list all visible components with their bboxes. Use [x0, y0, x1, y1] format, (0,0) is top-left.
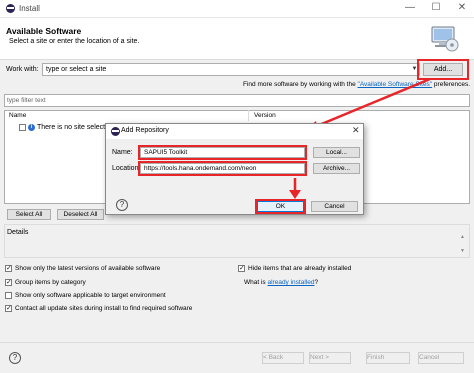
- local-button[interactable]: Local...: [313, 147, 360, 158]
- dialog-eclipse-icon: [111, 127, 120, 136]
- contact-all-sites-checkbox[interactable]: [5, 304, 12, 312]
- group-by-category-label: Group items by category: [15, 279, 86, 286]
- group-by-category-checkbox[interactable]: [5, 278, 12, 286]
- latest-versions-checkbox[interactable]: [5, 264, 12, 272]
- target-environment-label: Show only software applicable to target …: [15, 292, 166, 299]
- highlight-location-field: [138, 161, 307, 176]
- next-button[interactable]: Next >: [309, 352, 351, 364]
- available-software-sites-link[interactable]: "Available Software Sites": [358, 81, 433, 88]
- column-header-version[interactable]: Version: [254, 112, 276, 119]
- dialog-help-icon[interactable]: ?: [116, 199, 128, 211]
- what-is-prefix: What is: [244, 279, 268, 286]
- arrow-to-ok: [289, 178, 301, 199]
- tree-item-checkbox[interactable]: [19, 124, 26, 131]
- find-more-prefix: Find more software by working with the: [243, 81, 358, 88]
- column-divider: [248, 110, 249, 121]
- back-button[interactable]: < Back: [262, 352, 304, 364]
- contact-all-sites-label: Contact all update sites during install …: [15, 305, 193, 312]
- no-site-message: There is no site selected.: [37, 124, 115, 131]
- details-group: [4, 224, 470, 258]
- work-with-label: Work with:: [6, 66, 39, 73]
- details-label: Details: [7, 229, 29, 236]
- eclipse-icon: [6, 4, 15, 13]
- dialog-cancel-button[interactable]: Cancel: [311, 201, 358, 212]
- scroll-down-icon[interactable]: ▼: [460, 248, 465, 254]
- name-label: Name:: [112, 149, 133, 156]
- location-label: Location:: [112, 165, 141, 172]
- window-title: Install: [19, 4, 40, 13]
- dialog-title: Add Repository: [121, 127, 169, 134]
- column-header-name[interactable]: Name: [9, 112, 26, 119]
- highlight-add-button: [417, 59, 469, 80]
- find-more-text: Find more software by working with the "…: [243, 81, 470, 88]
- highlight-ok-button: [255, 199, 306, 214]
- cancel-button[interactable]: Cancel: [418, 352, 464, 364]
- what-is-installed-text: What is already installed?: [244, 279, 318, 286]
- target-environment-checkbox[interactable]: [5, 292, 12, 299]
- help-icon[interactable]: ?: [9, 352, 21, 364]
- software-install-icon: [431, 26, 459, 52]
- page-title: Available Software: [6, 26, 82, 36]
- close-button[interactable]: ✕: [455, 2, 469, 14]
- minimize-button[interactable]: —: [403, 2, 417, 14]
- dialog-close-icon[interactable]: ✕: [352, 125, 360, 136]
- archive-button[interactable]: Archive...: [313, 163, 360, 174]
- deselect-all-button[interactable]: Deselect All: [57, 209, 104, 220]
- work-with-combo[interactable]: type or select a site: [42, 63, 420, 76]
- find-more-suffix: preferences.: [432, 81, 471, 88]
- footer-separator: [0, 342, 474, 343]
- already-installed-link[interactable]: already installed: [267, 279, 314, 286]
- what-is-suffix: ?: [314, 279, 319, 286]
- info-icon: i: [28, 124, 35, 131]
- hide-installed-label: Hide items that are already installed: [248, 265, 352, 272]
- latest-versions-label: Show only the latest versions of availab…: [15, 265, 161, 272]
- hide-installed-checkbox[interactable]: [238, 264, 245, 272]
- maximize-button[interactable]: ☐: [429, 2, 443, 14]
- highlight-name-field: [138, 145, 307, 160]
- finish-button[interactable]: Finish: [366, 352, 410, 364]
- filter-input[interactable]: type filter text: [4, 94, 470, 107]
- page-description: Select a site or enter the location of a…: [9, 38, 140, 45]
- select-all-button[interactable]: Select All: [7, 209, 51, 220]
- scroll-up-icon[interactable]: ▲: [460, 234, 465, 240]
